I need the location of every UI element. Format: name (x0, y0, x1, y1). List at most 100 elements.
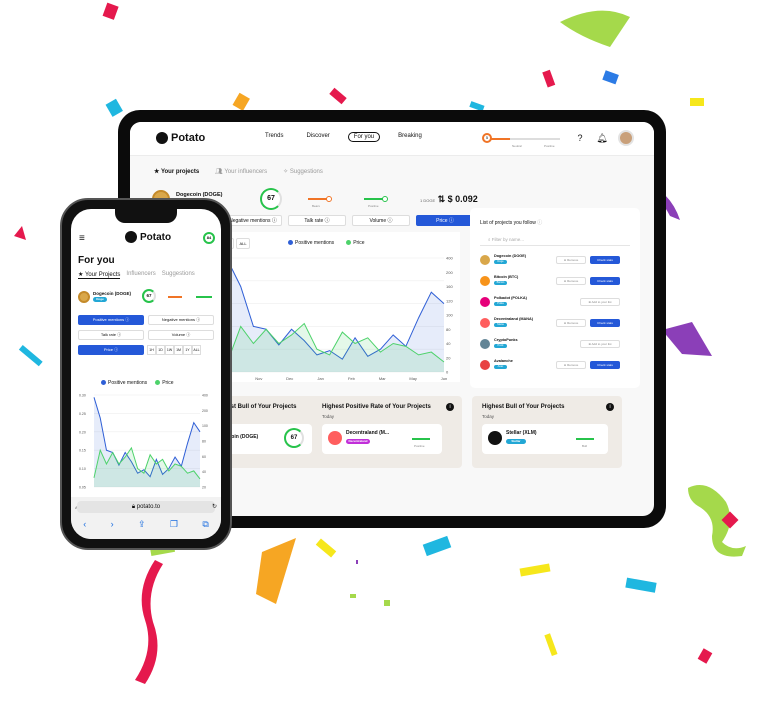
remove-button[interactable]: ⊖ Remove (556, 319, 586, 327)
phone-chart-legend: Positive mentions Price (101, 380, 174, 386)
project-icon (480, 297, 490, 307)
legend-price: Price (155, 380, 174, 386)
range-all[interactable]: ALL (192, 345, 201, 355)
tabs-icon[interactable]: ⧉ (202, 519, 208, 530)
tab-label: Suggestions (289, 169, 323, 175)
range-1h[interactable]: 1H (147, 345, 156, 355)
project-badge: Punk (494, 344, 507, 348)
y-left-tick-label: 0.30 (79, 394, 86, 398)
tab-suggestions[interactable]: ✧ Suggestions (283, 168, 323, 175)
project-icon (480, 276, 490, 286)
forward-icon[interactable]: › (111, 519, 114, 530)
talk-rate-button[interactable]: Talk rate ⓘ (78, 330, 144, 340)
slider-knob[interactable]: 5 (482, 133, 492, 143)
follow-list-item: Bitcoin (BTC) Bitcoin ⊖ Remove Check stats (480, 273, 632, 291)
legend-dot-blue (101, 380, 106, 386)
legend-dot-green (155, 380, 161, 386)
talk-rate-button[interactable]: Talk rate ⓘ (288, 215, 346, 226)
price-display: 1 DOGE ⇅ $ 0.092 (420, 194, 478, 204)
range-1d[interactable]: 1D (156, 345, 165, 355)
card-title: Highest Positive Rate of Your Projects (322, 404, 431, 410)
card-title: Highest Bull of Your Projects (482, 404, 565, 410)
reload-icon[interactable]: ↻ (212, 503, 217, 510)
bull-score-gauge: 67 (284, 428, 304, 448)
follow-list-item: Dogecoin (DOGE) Doge ⊖ Remove Check stats (480, 252, 632, 270)
legend-label: Positive mentions (108, 380, 148, 386)
sentiment-slider[interactable]: 5 Neutral Positive (482, 132, 568, 150)
tab-your-projects[interactable]: ★ Your Projects (78, 271, 121, 279)
project-name: Dogecoin (DOGE) (93, 291, 131, 296)
url-field[interactable]: 🔒︎ potato.to (77, 501, 215, 513)
check-stats-button[interactable]: Check stats (590, 319, 620, 327)
y-tick-label: 0 (446, 370, 449, 375)
bell-icon[interactable]: 🔔︎ (596, 132, 608, 144)
tab-your-projects[interactable]: ★ Your projects (154, 168, 199, 175)
potato-logo[interactable]: Potato (156, 132, 205, 144)
add-to-list-button[interactable]: ⊕ Add to your list (580, 340, 620, 348)
tab-your-influencers[interactable]: 👥︎ Your influencers (215, 168, 267, 175)
top-navigation: Potato Trends Discover For you Breaking … (130, 122, 654, 156)
range-1y[interactable]: 1Y (183, 345, 192, 355)
card-highest-positive-rate: Highest Positive Rate of Your Projects T… (312, 396, 462, 468)
check-stats-button[interactable]: Check stats (590, 256, 620, 264)
remove-button[interactable]: ⊖ Remove (556, 256, 586, 264)
project-badge: Doge (93, 297, 107, 302)
stellar-icon (488, 431, 502, 445)
nav-for-you[interactable]: For you (347, 132, 381, 142)
help-icon[interactable]: ? (574, 132, 586, 144)
follow-title-text: List of projects you follow (480, 220, 536, 226)
share-icon[interactable]: ⇪ (138, 519, 146, 530)
bull-score-gauge: 67 (142, 289, 156, 303)
y-tick-label: 160 (446, 284, 453, 289)
tablet-chart: Y ALL Positive mentions Price OctNovDecJ… (222, 232, 460, 382)
info-icon[interactable]: i (606, 403, 614, 411)
user-avatar[interactable] (618, 130, 634, 146)
y-tick-label: 400 (202, 394, 208, 398)
volume-button[interactable]: Volume ⓘ (148, 330, 214, 340)
tablet-line-chart: OctNovDecJanFebMarMayJun4002001601201008… (225, 256, 454, 382)
potato-logo-icon (156, 132, 168, 144)
follow-list-title: List of projects you follow ⓘ (480, 219, 542, 226)
menu-icon[interactable]: ≡ (79, 233, 85, 244)
y-tick-label: 100 (202, 424, 208, 428)
y-tick-label: 200 (446, 270, 453, 275)
info-icon[interactable]: i (446, 403, 454, 411)
decentraland-icon (328, 431, 342, 445)
legend-positive-mentions: Positive mentions (101, 380, 147, 386)
filter-input[interactable]: ⌕ Filter by name... (480, 234, 630, 246)
negative-mentions-button[interactable]: Negative mentions ⓘ (148, 315, 214, 325)
tab-influencers[interactable]: Influencers (126, 271, 155, 279)
y-tick-label: 60 (202, 455, 206, 459)
bookmarks-icon[interactable]: ❐ (170, 519, 178, 530)
phone-device: ≡ Potato 84 For you ★ Your Projects Infl… (60, 198, 232, 550)
nav-breaking[interactable]: Breaking (393, 132, 427, 142)
y-left-tick-label: 0.10 (79, 467, 86, 471)
bear-meter (168, 296, 182, 298)
project-badge: Avax (494, 365, 507, 369)
remove-button[interactable]: ⊖ Remove (556, 277, 586, 285)
check-stats-button[interactable]: Check stats (590, 361, 620, 369)
card-project: Stellar (XLM) (506, 430, 537, 436)
card-inner[interactable]: Stellar (XLM) Stellar Bull (482, 424, 608, 454)
y-tick-label: 100 (446, 313, 453, 318)
potato-logo[interactable]: Potato (125, 231, 171, 243)
price-button[interactable]: Price ⓘ (416, 215, 474, 226)
user-score-badge[interactable]: 84 (203, 232, 215, 244)
nav-discover[interactable]: Discover (301, 132, 334, 142)
range-1m[interactable]: 1M (174, 345, 183, 355)
add-to-list-button[interactable]: ⊕ Add to your list (580, 298, 620, 306)
price-button[interactable]: Price ⓘ (78, 345, 144, 355)
potato-logo-icon (125, 231, 137, 243)
remove-button[interactable]: ⊖ Remove (556, 361, 586, 369)
card-inner[interactable]: Decentraland (M... Decentraland Positive (322, 424, 442, 454)
positive-mentions-button[interactable]: Positive mentions ⓘ (78, 315, 144, 325)
nav-trends[interactable]: Trends (260, 132, 288, 142)
range-1w[interactable]: 1W (165, 345, 174, 355)
slider-label-neutral: Neutral (512, 144, 522, 148)
back-icon[interactable]: ‹ (83, 519, 86, 530)
project-badge: Polka (494, 302, 507, 306)
tab-suggestions[interactable]: Suggestions (162, 271, 195, 279)
negative-mentions-button[interactable]: Negative mentions ⓘ (224, 215, 282, 226)
check-stats-button[interactable]: Check stats (590, 277, 620, 285)
volume-button[interactable]: Volume ⓘ (352, 215, 410, 226)
